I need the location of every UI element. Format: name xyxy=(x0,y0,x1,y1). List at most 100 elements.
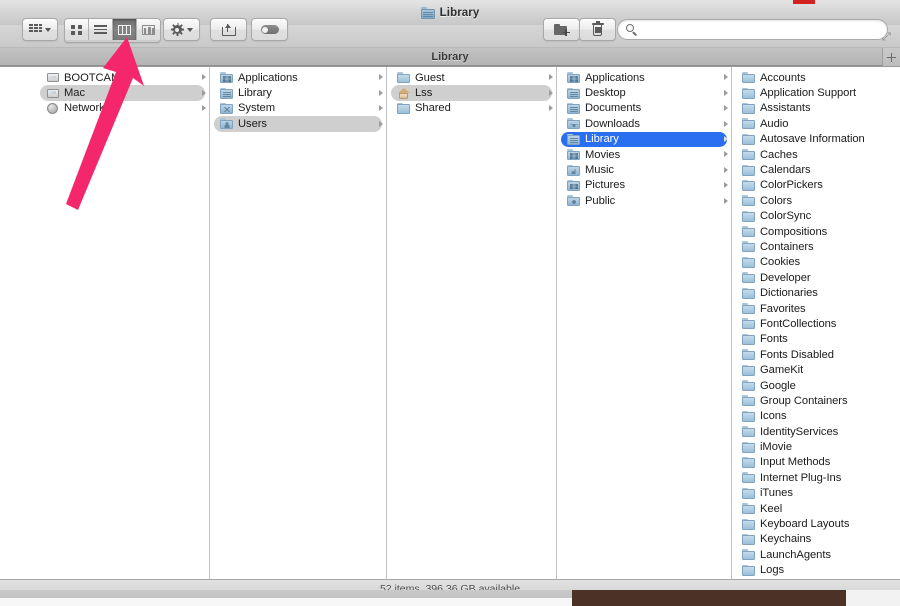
folder-icon xyxy=(742,441,755,453)
search-input[interactable] xyxy=(641,21,887,38)
list-item[interactable]: Icons xyxy=(736,409,900,424)
tag-toggle-icon xyxy=(260,25,279,34)
icon-view-button[interactable] xyxy=(65,19,89,40)
list-item[interactable]: Documents xyxy=(561,101,728,116)
column-view-button[interactable] xyxy=(113,19,137,40)
list-item-label: Internet Plug-Ins xyxy=(760,471,842,484)
list-item[interactable]: Developer xyxy=(736,270,900,285)
list-item[interactable]: Autosave Information xyxy=(736,132,900,147)
coverflow-view-button[interactable] xyxy=(137,19,160,40)
list-item[interactable]: Internet Plug-Ins xyxy=(736,470,900,485)
list-item[interactable]: Public xyxy=(561,193,728,208)
grid-icon xyxy=(70,24,83,35)
list-item[interactable]: Colors xyxy=(736,193,900,208)
list-item[interactable]: iMovie xyxy=(736,439,900,454)
list-item-label: Users xyxy=(238,117,267,130)
folder-icon xyxy=(742,564,755,576)
list-item[interactable]: Guest xyxy=(391,70,553,85)
list-item[interactable]: Applications xyxy=(214,70,383,85)
list-item[interactable]: Library xyxy=(214,85,383,100)
action-menu-button[interactable] xyxy=(163,18,200,41)
list-item[interactable]: Accounts xyxy=(736,70,900,85)
list-item[interactable]: iTunes xyxy=(736,486,900,501)
list-item[interactable]: Fonts xyxy=(736,332,900,347)
list-item[interactable]: ColorSync xyxy=(736,209,900,224)
tags-button[interactable] xyxy=(251,18,288,41)
chevron-right-icon xyxy=(549,89,553,96)
folder-desktop-icon xyxy=(567,87,580,99)
path-bar: Library xyxy=(0,47,900,67)
list-item[interactable]: Compositions xyxy=(736,224,900,239)
list-item[interactable]: System xyxy=(214,101,383,116)
list-item-label: IdentityServices xyxy=(760,425,839,438)
list-item-label: Developer xyxy=(760,271,811,284)
list-item[interactable]: Pictures xyxy=(561,178,728,193)
view-mode-segmented-control[interactable] xyxy=(64,18,161,43)
list-item[interactable]: ColorPickers xyxy=(736,178,900,193)
folder-icon xyxy=(742,426,755,438)
folder-icon xyxy=(742,179,755,191)
list-item[interactable]: Movies xyxy=(561,147,728,162)
desktop-far-right xyxy=(846,590,900,606)
list-item[interactable]: IdentityServices xyxy=(736,424,900,439)
list-item[interactable]: Containers xyxy=(736,239,900,254)
list-item-label: LaunchAgents xyxy=(760,548,831,561)
list-item[interactable]: Favorites xyxy=(736,301,900,316)
list-item[interactable]: Input Methods xyxy=(736,455,900,470)
list-item[interactable]: Shared xyxy=(391,101,553,116)
folder-music-icon xyxy=(567,164,580,176)
chevron-right-icon xyxy=(724,105,728,112)
users-column: Guest Lss Shared xyxy=(387,67,557,580)
list-item[interactable]: FontCollections xyxy=(736,316,900,331)
list-item[interactable]: Lss xyxy=(391,85,553,101)
search-field[interactable] xyxy=(617,19,888,40)
resize-handle-icon[interactable]: ⤢ xyxy=(882,32,893,43)
list-item[interactable]: Mac xyxy=(40,85,206,101)
list-item[interactable]: LaunchAgents xyxy=(736,547,900,562)
folder-documents-icon xyxy=(567,102,580,114)
list-item[interactable]: Applications xyxy=(561,70,728,85)
list-item[interactable]: BOOTCAMP xyxy=(40,70,206,85)
folder-icon xyxy=(742,72,755,84)
list-item[interactable]: Cookies xyxy=(736,255,900,270)
chevron-right-icon xyxy=(202,74,206,81)
list-item-label: Library xyxy=(238,87,272,100)
list-item[interactable]: Calendars xyxy=(736,162,900,177)
list-item-label: Public xyxy=(585,194,616,207)
list-item[interactable]: Google xyxy=(736,378,900,393)
list-item[interactable]: Logs xyxy=(736,563,900,578)
list-view-button[interactable] xyxy=(89,19,113,40)
list-item[interactable]: Library xyxy=(561,131,728,147)
list-item[interactable]: Users xyxy=(214,116,383,132)
folder-icon xyxy=(742,256,755,268)
list-item[interactable]: GameKit xyxy=(736,362,900,377)
list-item[interactable]: Keel xyxy=(736,501,900,516)
list-item[interactable]: Keychains xyxy=(736,532,900,547)
globe-icon xyxy=(46,102,59,114)
list-item[interactable]: Caches xyxy=(736,147,900,162)
folder-icon xyxy=(742,195,755,207)
folder-icon xyxy=(742,364,755,376)
new-folder-button[interactable] xyxy=(543,18,580,41)
list-item[interactable]: Desktop xyxy=(561,85,728,100)
list-item-label: Google xyxy=(760,379,796,392)
add-tab-button[interactable] xyxy=(882,48,900,67)
list-item[interactable]: Keyboard Layouts xyxy=(736,516,900,531)
list-item[interactable]: Application Support xyxy=(736,85,900,100)
list-item[interactable]: Group Containers xyxy=(736,393,900,408)
list-item[interactable]: Fonts Disabled xyxy=(736,347,900,362)
hard-drive-icon xyxy=(46,88,59,99)
list-item[interactable]: Assistants xyxy=(736,101,900,116)
list-item[interactable]: Network xyxy=(40,101,206,116)
list-item[interactable]: Audio xyxy=(736,116,900,131)
list-item[interactable]: Downloads xyxy=(561,116,728,131)
list-item[interactable]: Dictionaries xyxy=(736,285,900,300)
list-item[interactable]: Music xyxy=(561,162,728,177)
delete-button[interactable] xyxy=(579,18,616,41)
share-button[interactable] xyxy=(210,18,247,41)
folder-icon xyxy=(742,503,755,515)
list-item-label: Compositions xyxy=(760,225,828,238)
arrange-menu-button[interactable] xyxy=(22,18,58,41)
status-bar: 52 items, 396.36 GB available xyxy=(0,579,900,590)
list-item-label: Containers xyxy=(760,240,814,253)
